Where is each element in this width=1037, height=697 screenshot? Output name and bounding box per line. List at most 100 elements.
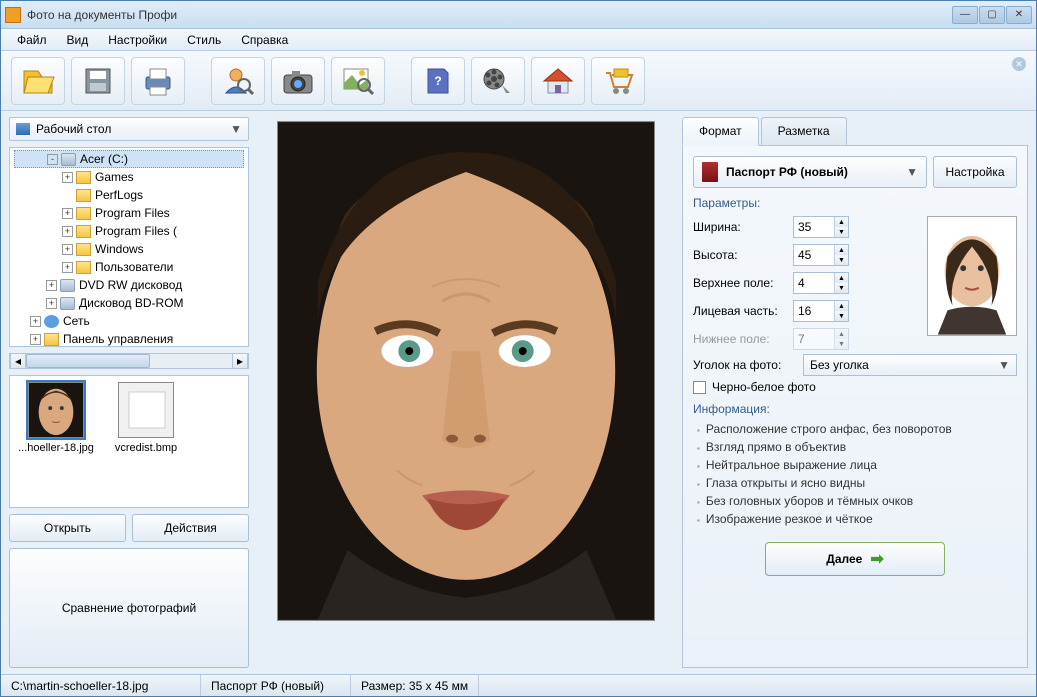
- desktop-icon: [16, 123, 30, 135]
- thumbnail-item[interactable]: ...hoeller-18.jpg: [16, 382, 96, 454]
- help-book-icon[interactable]: ?: [411, 57, 465, 105]
- tree-expand-icon[interactable]: +: [46, 298, 57, 309]
- settings-button[interactable]: Настройка: [933, 156, 1017, 188]
- format-name: Паспорт РФ (новый): [726, 165, 906, 179]
- folder-icon: [44, 333, 59, 346]
- tree-node[interactable]: -Acer (C:): [14, 150, 244, 168]
- menu-help[interactable]: Справка: [233, 31, 296, 49]
- face-part-spinner[interactable]: 16▲▼: [793, 300, 849, 322]
- folder-icon: [76, 225, 91, 238]
- disk-icon: [60, 297, 75, 310]
- menu-style[interactable]: Стиль: [179, 31, 229, 49]
- top-margin-label: Верхнее поле:: [693, 276, 787, 290]
- tree-node[interactable]: + DVD RW дисковод: [14, 276, 244, 294]
- format-preview-thumb: [927, 216, 1017, 336]
- statusbar: C:\martin-schoeller-18.jpg Паспорт РФ (н…: [1, 674, 1036, 696]
- tree-label: Program Files (: [95, 224, 177, 238]
- tree-label: Дисковод BD-ROM: [79, 296, 184, 310]
- face-part-label: Лицевая часть:: [693, 304, 787, 318]
- info-item: Нейтральное выражение лица: [697, 456, 1017, 474]
- bw-label: Черно-белое фото: [712, 380, 816, 394]
- info-item: Расположение строго анфас, без поворотов: [697, 420, 1017, 438]
- photo-search-icon[interactable]: [331, 57, 385, 105]
- menu-settings[interactable]: Настройки: [100, 31, 175, 49]
- tree-node[interactable]: + Дисковод BD-ROM: [14, 294, 244, 312]
- app-icon: [5, 7, 21, 23]
- tree-node[interactable]: + Games: [14, 168, 244, 186]
- corner-label: Уголок на фото:: [693, 358, 797, 372]
- thumbnail-item[interactable]: vcredist.bmp: [106, 382, 186, 454]
- width-spinner[interactable]: 35▲▼: [793, 216, 849, 238]
- content-area: Рабочий стол ▼ -Acer (C:)+GamesPerfLogs+…: [1, 111, 1036, 674]
- info-item: Глаза открыты и ясно видны: [697, 474, 1017, 492]
- tree-label: DVD RW дисковод: [79, 278, 182, 292]
- disk-icon: [60, 279, 75, 292]
- print-icon[interactable]: [131, 57, 185, 105]
- person-search-icon[interactable]: [211, 57, 265, 105]
- tree-expand-icon[interactable]: -: [47, 154, 58, 165]
- tree-node[interactable]: +Program Files: [14, 204, 244, 222]
- tree-expand-icon[interactable]: +: [62, 172, 73, 183]
- tree-expand-icon[interactable]: +: [62, 208, 73, 219]
- tree-node[interactable]: +Сеть: [14, 312, 244, 330]
- tree-node[interactable]: +Пользователи: [14, 258, 244, 276]
- location-dropdown[interactable]: Рабочий стол ▼: [9, 117, 249, 141]
- folder-tree[interactable]: -Acer (C:)+GamesPerfLogs+Program Files+P…: [9, 147, 249, 347]
- tree-label: Games: [95, 170, 134, 184]
- tab-markup[interactable]: Разметка: [761, 117, 847, 145]
- height-spinner[interactable]: 45▲▼: [793, 244, 849, 266]
- folder-icon: [76, 171, 91, 184]
- tree-node[interactable]: PerfLogs: [14, 186, 244, 204]
- tree-scrollbar[interactable]: ◂ ▸: [9, 353, 249, 369]
- scroll-left-icon[interactable]: ◂: [10, 354, 26, 368]
- toolbar-close-icon[interactable]: ✕: [1012, 57, 1026, 71]
- main-photo[interactable]: [277, 121, 655, 621]
- document-format-dropdown[interactable]: Паспорт РФ (новый) ▼: [693, 156, 927, 188]
- menu-file[interactable]: Файл: [9, 31, 55, 49]
- menu-view[interactable]: Вид: [59, 31, 97, 49]
- tree-node[interactable]: +Панель управления: [14, 330, 244, 347]
- svg-text:?: ?: [434, 74, 441, 88]
- status-format: Паспорт РФ (новый): [201, 675, 351, 696]
- camera-icon[interactable]: [271, 57, 325, 105]
- next-button[interactable]: Далее ➡: [765, 542, 945, 576]
- chevron-down-icon: ▼: [906, 165, 918, 179]
- tree-expand-icon[interactable]: +: [30, 316, 41, 327]
- tree-expand-icon[interactable]: +: [62, 226, 73, 237]
- minimize-button[interactable]: —: [952, 6, 978, 24]
- compare-button[interactable]: Сравнение фотографий: [9, 548, 249, 669]
- params-heading: Параметры:: [693, 196, 1017, 210]
- window-title: Фото на документы Профи: [27, 8, 952, 22]
- tab-format[interactable]: Формат: [682, 117, 759, 146]
- tree-expand-icon[interactable]: +: [62, 262, 73, 273]
- info-heading: Информация:: [693, 402, 1017, 416]
- tree-expand-icon[interactable]: +: [30, 334, 41, 345]
- tree-node[interactable]: + Windows: [14, 240, 244, 258]
- thumbnail-label: ...hoeller-18.jpg: [18, 442, 94, 454]
- top-margin-spinner[interactable]: 4▲▼: [793, 272, 849, 294]
- scroll-thumb[interactable]: [26, 354, 150, 368]
- close-button[interactable]: ✕: [1006, 6, 1032, 24]
- folder-icon: [76, 243, 91, 256]
- left-panel: Рабочий стол ▼ -Acer (C:)+GamesPerfLogs+…: [9, 117, 249, 668]
- cart-icon[interactable]: [591, 57, 645, 105]
- tree-expand-icon[interactable]: +: [46, 280, 57, 291]
- tree-label: Windows: [95, 242, 144, 256]
- save-icon[interactable]: [71, 57, 125, 105]
- photo-preview-panel: [257, 117, 674, 668]
- width-label: Ширина:: [693, 220, 787, 234]
- corner-dropdown[interactable]: Без уголка ▼: [803, 354, 1017, 376]
- scroll-right-icon[interactable]: ▸: [232, 354, 248, 368]
- maximize-button[interactable]: ▢: [979, 6, 1005, 24]
- open-button[interactable]: Открыть: [9, 514, 126, 542]
- status-path: C:\martin-schoeller-18.jpg: [1, 675, 201, 696]
- actions-button[interactable]: Действия: [132, 514, 249, 542]
- bw-checkbox[interactable]: [693, 381, 706, 394]
- info-list: Расположение строго анфас, без поворотов…: [693, 420, 1017, 528]
- tree-expand-icon[interactable]: +: [62, 244, 73, 255]
- home-icon[interactable]: [531, 57, 585, 105]
- tree-node[interactable]: + Program Files (: [14, 222, 244, 240]
- open-icon[interactable]: [11, 57, 65, 105]
- thumbnail-panel: ...hoeller-18.jpg vcredist.bmp: [9, 375, 249, 508]
- film-icon[interactable]: [471, 57, 525, 105]
